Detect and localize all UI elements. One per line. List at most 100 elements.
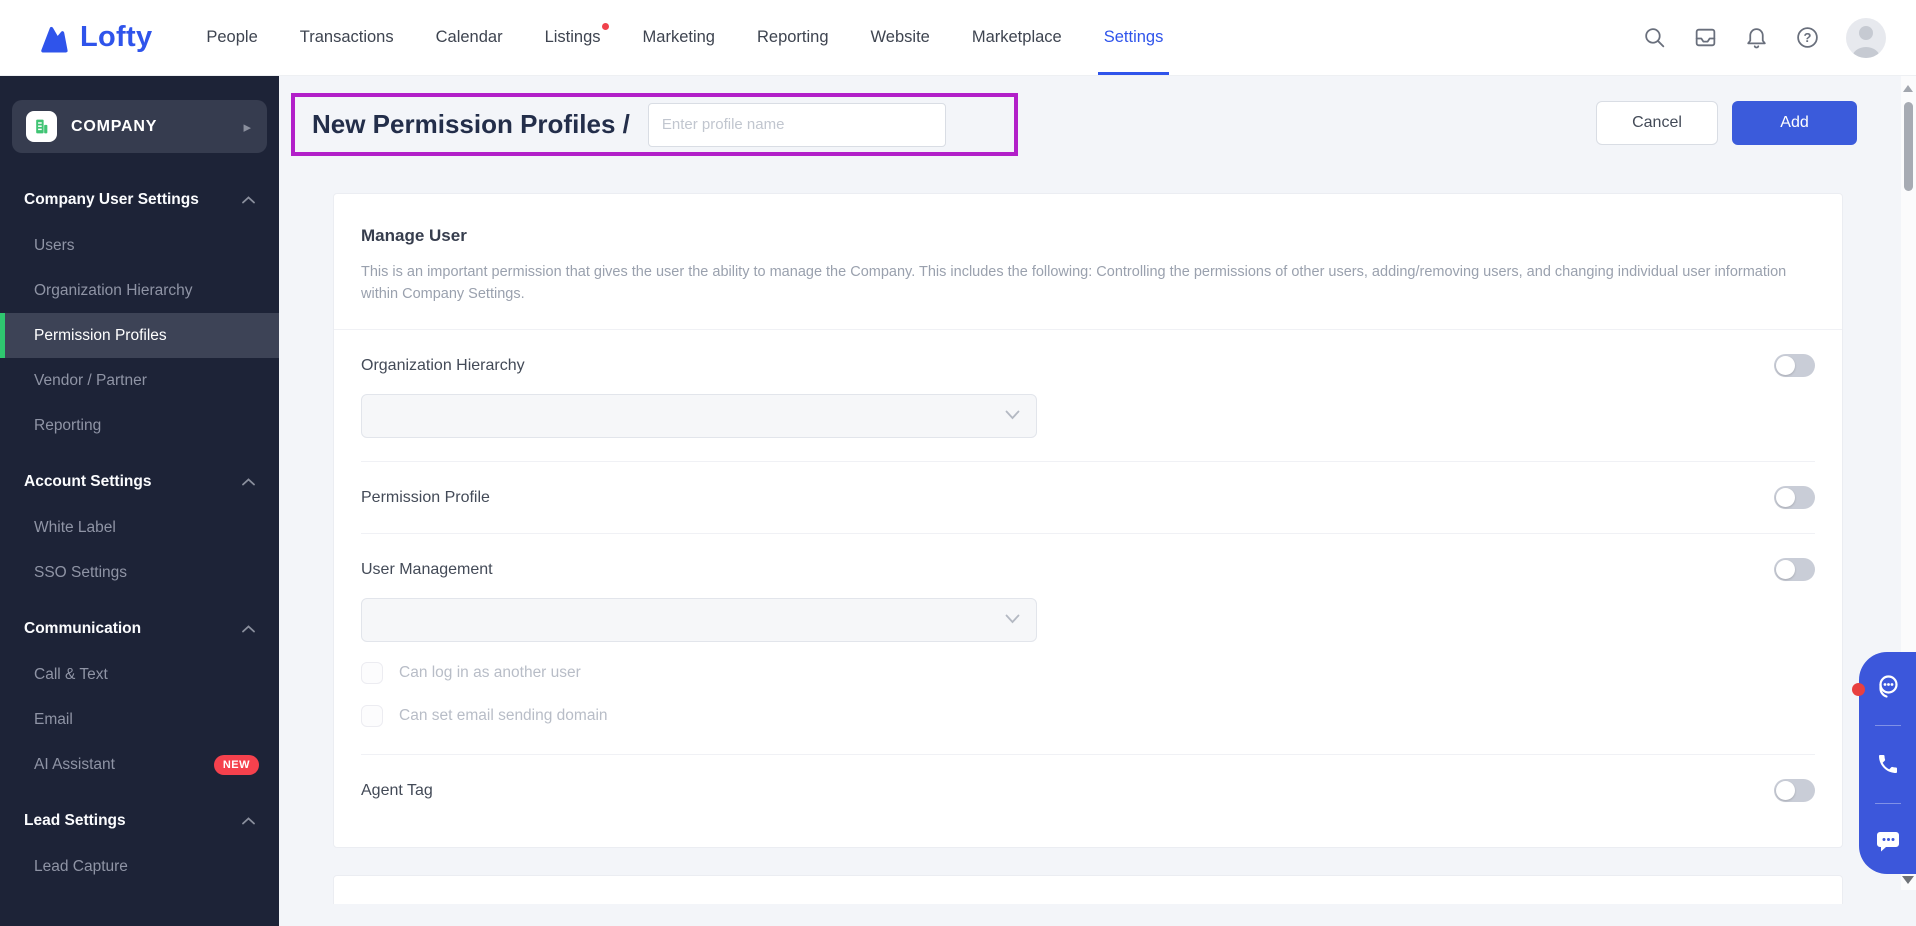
lofty-logo[interactable]: Lofty	[37, 21, 152, 55]
sidebar-item-email[interactable]: Email	[0, 697, 279, 742]
cancel-button[interactable]: Cancel	[1596, 101, 1718, 145]
nav-transactions[interactable]: Transactions	[300, 0, 394, 75]
nav-website[interactable]: Website	[871, 0, 930, 75]
user-management-toggle[interactable]	[1774, 558, 1815, 581]
scrollbar-thumb[interactable]	[1904, 102, 1913, 191]
permission-row-organization-hierarchy: Organization Hierarchy	[334, 330, 1842, 462]
nav-marketing[interactable]: Marketing	[643, 0, 715, 75]
nav-marketplace[interactable]: Marketplace	[972, 0, 1062, 75]
chat-notification-dot	[1852, 683, 1865, 696]
nav-reporting-label: Reporting	[757, 28, 829, 47]
nav-website-label: Website	[871, 28, 930, 47]
permission-row-user-management: User Management Can log in as another us…	[334, 534, 1842, 755]
toggle-knob	[1776, 488, 1795, 507]
top-navigation-bar: Lofty People Transactions Calendar Listi…	[0, 0, 1916, 76]
permission-label: Agent Tag	[361, 782, 433, 800]
notification-dot	[602, 23, 609, 30]
inbox-icon[interactable]	[1693, 25, 1718, 50]
permission-label: Permission Profile	[361, 489, 490, 507]
help-icon[interactable]: ?	[1795, 25, 1820, 50]
nav-people[interactable]: People	[206, 0, 257, 75]
main-content: New Permission Profiles / Cancel Add Man…	[279, 76, 1916, 926]
sidebar-item-vendor-partner[interactable]: Vendor / Partner	[0, 358, 279, 403]
permission-row-agent-tag: Agent Tag	[334, 755, 1842, 802]
organization-hierarchy-select[interactable]	[361, 394, 1037, 438]
nav-listings-label: Listings	[545, 28, 601, 47]
section-lead-settings[interactable]: Lead Settings	[24, 812, 255, 830]
chevron-up-icon	[242, 478, 255, 486]
sidebar-item-sso-settings[interactable]: SSO Settings	[0, 550, 279, 595]
topbar-actions: ?	[1642, 18, 1886, 58]
sidebar-item-users[interactable]: Users	[0, 223, 279, 268]
checkbox-set-email-sending-domain[interactable]: Can set email sending domain	[361, 705, 608, 727]
agent-tag-toggle[interactable]	[1774, 779, 1815, 802]
user-management-select[interactable]	[361, 598, 1037, 642]
scroll-down-arrow[interactable]	[1902, 876, 1914, 884]
page-title: New Permission Profiles /	[312, 109, 630, 140]
title-highlight-box: New Permission Profiles /	[291, 93, 1018, 156]
section-title: Communication	[24, 620, 141, 638]
nav-settings-label: Settings	[1104, 28, 1164, 47]
company-building-icon	[26, 111, 57, 142]
chevron-up-icon	[242, 817, 255, 825]
sidebar-item-label: AI Assistant	[34, 756, 115, 774]
sidebar-item-label: Permission Profiles	[34, 327, 167, 345]
checkbox	[361, 705, 383, 727]
sidebar-item-ai-assistant[interactable]: AI Assistant NEW	[0, 742, 279, 787]
nav-listings[interactable]: Listings	[545, 0, 601, 75]
checkbox-log-in-as-another-user[interactable]: Can log in as another user	[361, 662, 581, 684]
scroll-up-arrow[interactable]	[1903, 85, 1913, 92]
chevron-down-icon	[1005, 410, 1020, 420]
permission-profile-toggle[interactable]	[1774, 486, 1815, 509]
avatar[interactable]	[1846, 18, 1886, 58]
section-title: Account Settings	[24, 473, 151, 491]
section-account-settings[interactable]: Account Settings	[24, 473, 255, 491]
nav-calendar[interactable]: Calendar	[436, 0, 503, 75]
toggle-knob	[1776, 781, 1795, 800]
sidebar-item-white-label[interactable]: White Label	[0, 505, 279, 550]
add-button[interactable]: Add	[1732, 101, 1857, 145]
nav-transactions-label: Transactions	[300, 28, 394, 47]
checkbox-label: Can log in as another user	[399, 664, 581, 682]
section-communication[interactable]: Communication	[24, 620, 255, 638]
organization-hierarchy-toggle[interactable]	[1774, 354, 1815, 377]
next-card-partial	[333, 875, 1843, 904]
sidebar-item-call-text[interactable]: Call & Text	[0, 652, 279, 697]
nav-people-label: People	[206, 28, 257, 47]
checkbox	[361, 662, 383, 684]
profile-name-input[interactable]	[648, 103, 946, 147]
nav-reporting[interactable]: Reporting	[757, 0, 829, 75]
dock-divider	[1875, 725, 1901, 726]
section-title: Lead Settings	[24, 812, 126, 830]
chevron-up-icon	[242, 196, 255, 204]
sidebar-item-label: Vendor / Partner	[34, 372, 147, 390]
sidebar-item-organization-hierarchy[interactable]: Organization Hierarchy	[0, 268, 279, 313]
sidebar-item-lead-capture[interactable]: Lead Capture	[0, 844, 279, 889]
lofty-logo-text: Lofty	[80, 21, 152, 54]
search-icon[interactable]	[1642, 25, 1667, 50]
permission-row-permission-profile: Permission Profile	[334, 462, 1842, 534]
bell-icon[interactable]	[1744, 25, 1769, 50]
section-company-user-settings[interactable]: Company User Settings	[24, 191, 255, 209]
checkbox-label: Can set email sending domain	[399, 707, 608, 725]
toggle-knob	[1776, 560, 1795, 579]
main-navigation: People Transactions Calendar Listings Ma…	[206, 0, 1163, 75]
sidebar-item-label: White Label	[34, 519, 116, 537]
chat-bubble-icon[interactable]	[1874, 828, 1902, 856]
sidebar-item-label: Call & Text	[34, 666, 108, 684]
chat-dock	[1859, 652, 1916, 874]
sidebar-item-reporting[interactable]: Reporting	[0, 403, 279, 448]
phone-icon[interactable]	[1874, 750, 1902, 778]
sidebar-item-permission-profiles[interactable]: Permission Profiles	[0, 313, 279, 358]
company-label: COMPANY	[71, 118, 243, 136]
sidebar-item-label: Organization Hierarchy	[34, 282, 193, 300]
nav-settings[interactable]: Settings	[1104, 0, 1164, 75]
company-selector-button[interactable]: COMPANY ▸	[12, 100, 267, 153]
support-headset-icon[interactable]	[1874, 672, 1902, 700]
chevron-down-icon	[1005, 614, 1020, 624]
section-title: Company User Settings	[24, 191, 199, 209]
toggle-knob	[1776, 356, 1795, 375]
sidebar-item-label: Reporting	[34, 417, 101, 435]
sidebar-item-label: Email	[34, 711, 73, 729]
manage-user-description: This is an important permission that giv…	[361, 261, 1815, 305]
